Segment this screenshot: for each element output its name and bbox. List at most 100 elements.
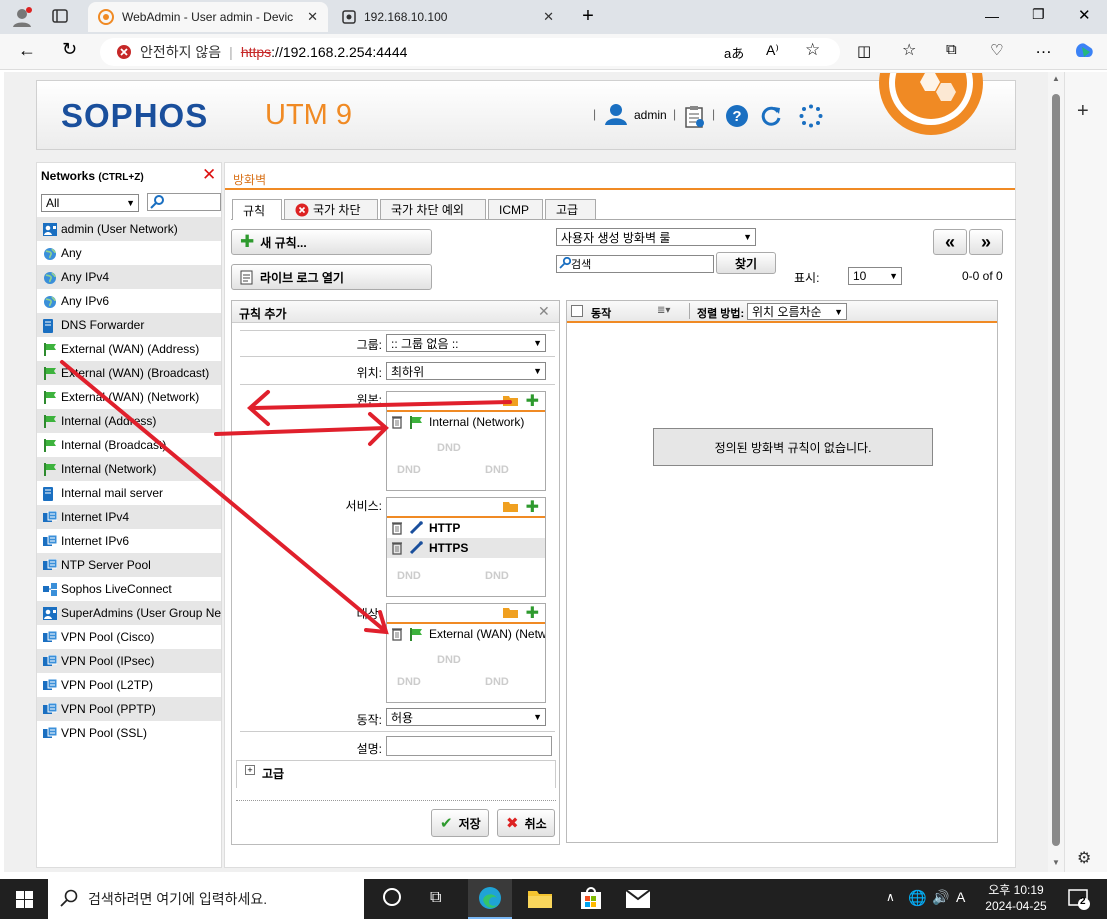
dropzone-item[interactable]: External (WAN) (Netw	[387, 624, 545, 644]
scroll-up-icon[interactable]: ▲	[1052, 74, 1060, 83]
action-select[interactable]: 허용 ▼	[386, 708, 546, 726]
cancel-button[interactable]: ✖ 취소	[497, 809, 555, 837]
network-list-item[interactable]: VPN Pool (SSL)	[37, 721, 221, 745]
more-menu-icon[interactable]: …	[1035, 38, 1052, 58]
expand-icon[interactable]: +	[245, 765, 255, 775]
volume-icon[interactable]: 🔊	[932, 889, 949, 906]
scrollbar-thumb[interactable]	[1052, 94, 1060, 846]
network-list-item[interactable]: Internal (Network)	[37, 457, 221, 481]
restore-icon[interactable]: ❐	[1032, 6, 1045, 23]
destination-dropzone[interactable]: ✚ External (WAN) (Netw DND DND DND	[386, 603, 546, 703]
close-tab-icon[interactable]: ✕	[543, 9, 554, 25]
taskbar-search-box[interactable]: 검색하려면 여기에 입력하세요.	[48, 879, 364, 919]
scroll-down-icon[interactable]: ▼	[1052, 858, 1060, 867]
task-view-icon[interactable]: ⧉	[430, 889, 441, 907]
trash-icon[interactable]	[391, 415, 403, 429]
new-tab-icon[interactable]: +	[578, 5, 598, 27]
close-icon[interactable]: ✕	[538, 303, 550, 320]
favorite-star-icon[interactable]: ☆	[805, 40, 820, 60]
dropzone-item[interactable]: HTTPS	[387, 538, 545, 558]
tab-advanced[interactable]: 고급	[545, 199, 596, 219]
group-select[interactable]: :: 그룹 없음 :: ▼	[386, 334, 546, 352]
network-list-item[interactable]: VPN Pool (PPTP)	[37, 697, 221, 721]
rule-search-input[interactable]: 검색	[556, 255, 714, 273]
folder-icon[interactable]	[502, 606, 518, 621]
mail-icon[interactable]	[625, 889, 651, 911]
add-plus-icon[interactable]: ✚	[526, 603, 539, 623]
source-dropzone[interactable]: ✚ Internal (Network) DND DND DND	[386, 391, 546, 491]
network-list-item[interactable]: admin (User Network)	[37, 217, 221, 241]
display-count-select[interactable]: 10 ▼	[848, 267, 902, 285]
windows-start-icon[interactable]	[16, 891, 33, 911]
translate-icon[interactable]: aあ	[724, 43, 744, 62]
store-icon[interactable]	[580, 886, 602, 913]
add-plus-icon[interactable]: ✚	[526, 497, 539, 517]
back-icon[interactable]: ←	[18, 40, 36, 61]
network-list-item[interactable]: Internet IPv4	[37, 505, 221, 529]
show-hidden-icons[interactable]: ∧	[886, 890, 895, 904]
taskbar-clock[interactable]: 오후 10:19 2024-04-25	[978, 882, 1054, 914]
tab-rules[interactable]: 규칙	[232, 199, 282, 220]
open-live-log-button[interactable]: 라이브 로그 열기	[231, 264, 432, 290]
network-globe-icon[interactable]: 🌐	[908, 889, 927, 907]
trash-icon[interactable]	[391, 541, 403, 555]
add-sidebar-icon[interactable]: +	[1077, 100, 1089, 123]
network-list-item[interactable]: Internet IPv6	[37, 529, 221, 553]
network-list-item[interactable]: Internal (Address)	[37, 409, 221, 433]
network-list-item[interactable]: VPN Pool (Cisco)	[37, 625, 221, 649]
ime-mode-icon[interactable]: A	[956, 889, 965, 905]
sort-select[interactable]: 위치 오름차순 ▼	[747, 303, 847, 320]
minimize-icon[interactable]: —	[985, 8, 999, 24]
copilot-icon[interactable]	[1072, 39, 1096, 63]
help-icon[interactable]: ?	[725, 104, 749, 128]
edge-taskbar-button[interactable]	[468, 879, 512, 919]
networks-filter-select[interactable]: All ▼	[41, 194, 139, 212]
comment-input[interactable]	[386, 736, 552, 756]
folder-icon[interactable]	[502, 500, 518, 515]
dropzone-item[interactable]: HTTP	[387, 518, 545, 538]
tab-webadmin[interactable]: WebAdmin - User admin - Devic ✕	[88, 2, 328, 32]
next-page-button[interactable]: »	[969, 229, 1003, 255]
file-explorer-icon[interactable]	[528, 888, 552, 911]
read-aloud-icon[interactable]: A⁾	[766, 42, 779, 59]
network-list-item[interactable]: Internal mail server	[37, 481, 221, 505]
network-list-item[interactable]: Any	[37, 241, 221, 265]
network-list-item[interactable]: Internal (Broadcast)	[37, 433, 221, 457]
network-list-item[interactable]: SuperAdmins (User Group Ne	[37, 601, 221, 625]
network-list-item[interactable]: DNS Forwarder	[37, 313, 221, 337]
save-button[interactable]: ✔ 저장	[431, 809, 489, 837]
add-plus-icon[interactable]: ✚	[526, 391, 539, 411]
network-list-item[interactable]: External (WAN) (Address)	[37, 337, 221, 361]
settings-gear-icon[interactable]: ⚙	[1077, 848, 1091, 868]
close-window-icon[interactable]: ✕	[1078, 6, 1091, 24]
close-tab-icon[interactable]: ✕	[307, 9, 318, 25]
select-all-checkbox[interactable]	[571, 305, 583, 317]
tab-country-block-exceptions[interactable]: 국가 차단 예외	[380, 199, 486, 219]
network-list-item[interactable]: Any IPv6	[37, 289, 221, 313]
page-scrollbar[interactable]: ▲ ▼	[1048, 72, 1064, 872]
refresh-icon[interactable]	[759, 104, 783, 128]
favorites-icon[interactable]: ☆	[902, 40, 916, 60]
position-select[interactable]: 최하위 ▼	[386, 362, 546, 380]
network-list-item[interactable]: Sophos LiveConnect	[37, 577, 221, 601]
previous-page-button[interactable]: «	[933, 229, 967, 255]
new-rule-button[interactable]: ✚ 새 규칙...	[231, 229, 432, 255]
dropzone-item[interactable]: Internal (Network)	[387, 412, 545, 432]
rule-filter-select[interactable]: 사용자 생성 방화벽 룰 ▼	[556, 228, 756, 246]
reload-icon[interactable]: ↻	[62, 39, 77, 60]
close-panel-icon[interactable]: ✕	[202, 165, 216, 185]
tab-actions-icon[interactable]	[52, 8, 68, 24]
tab-192-168-10-100[interactable]: 192.168.10.100 ✕	[332, 2, 564, 32]
clipboard-icon[interactable]	[684, 105, 706, 129]
tab-country-block[interactable]: 국가 차단	[284, 199, 378, 219]
trash-icon[interactable]	[391, 521, 403, 535]
networks-search-input[interactable]	[147, 193, 221, 211]
network-list-item[interactable]: Any IPv4	[37, 265, 221, 289]
find-button[interactable]: 찾기	[716, 252, 776, 274]
notifications-icon[interactable]: 2	[1068, 888, 1090, 913]
profile-icon[interactable]	[10, 6, 34, 28]
tab-icmp[interactable]: ICMP	[488, 199, 543, 219]
folder-icon[interactable]	[502, 394, 518, 409]
cortana-icon[interactable]	[383, 888, 401, 906]
network-list-item[interactable]: VPN Pool (L2TP)	[37, 673, 221, 697]
